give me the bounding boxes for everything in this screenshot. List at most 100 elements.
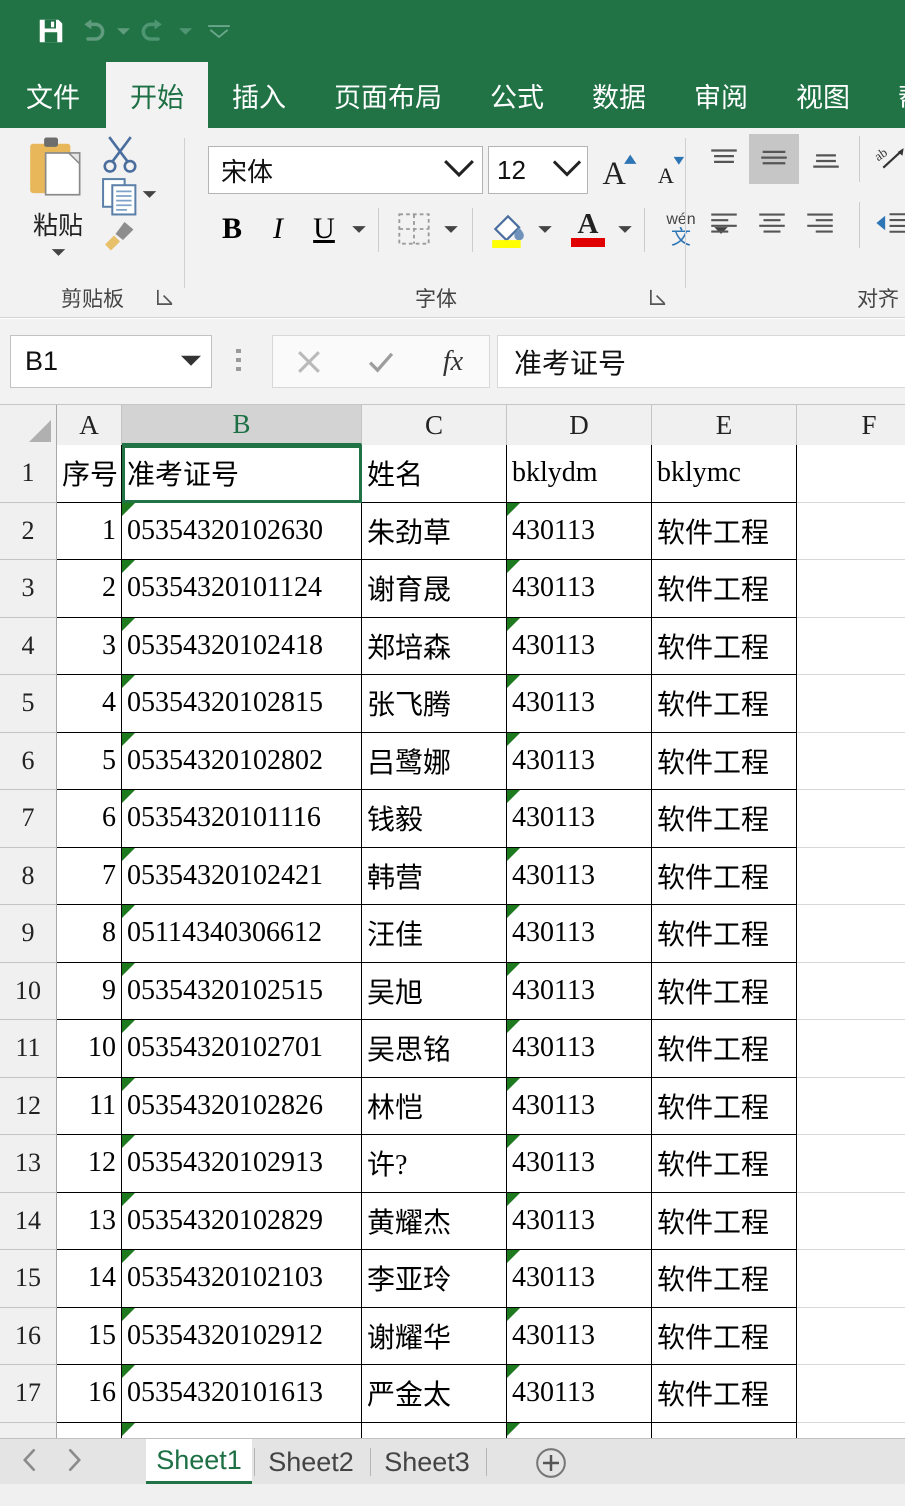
ribbon-tab-home[interactable]: 开始 [106, 62, 208, 128]
cell-C3[interactable]: 谢育晟 [362, 560, 507, 618]
cell-A15[interactable]: 14 [57, 1250, 122, 1308]
cell-B17[interactable]: 05354320101613 [122, 1365, 362, 1423]
cell-B8[interactable]: 05354320102421 [122, 847, 362, 905]
underline-button[interactable]: U [304, 206, 344, 252]
cell-C13[interactable]: 许? [362, 1135, 507, 1193]
ribbon-tab-view[interactable]: 视图 [772, 62, 874, 128]
cell-B13[interactable]: 05354320102913 [122, 1135, 362, 1193]
cell-A16[interactable]: 15 [57, 1307, 122, 1365]
next-sheet-icon[interactable] [66, 1448, 82, 1477]
sheet-tab-sheet2[interactable]: Sheet2 [258, 1439, 364, 1485]
row-header-5[interactable]: 5 [0, 675, 57, 733]
cell-D16[interactable]: 430113 [507, 1307, 652, 1365]
row-header-18[interactable]: 18 [0, 1422, 57, 1438]
cell-D9[interactable]: 430113 [507, 905, 652, 963]
cell-C11[interactable]: 吴思铭 [362, 1020, 507, 1078]
ribbon-tab-insert[interactable]: 插入 [208, 62, 310, 128]
font-color-dropdown-icon[interactable] [612, 206, 638, 252]
cell-C7[interactable]: 钱毅 [362, 790, 507, 848]
align-left-icon[interactable] [701, 202, 747, 244]
cell-A1[interactable]: 序号 [57, 445, 122, 503]
cell-A11[interactable]: 10 [57, 1020, 122, 1078]
cell-F1[interactable] [797, 445, 905, 503]
cell-B10[interactable]: 05354320102515 [122, 962, 362, 1020]
cell-B14[interactable]: 05354320102829 [122, 1192, 362, 1250]
font-size-input[interactable]: 12 [488, 146, 588, 194]
cell-F16[interactable] [797, 1307, 905, 1365]
cell-A10[interactable]: 9 [57, 962, 122, 1020]
cell-F5[interactable] [797, 675, 905, 733]
row-header-8[interactable]: 8 [0, 847, 57, 905]
row-header-1[interactable]: 1 [0, 445, 57, 503]
cell-F18[interactable] [797, 1422, 905, 1438]
row-header-17[interactable]: 17 [0, 1365, 57, 1423]
cell-D13[interactable]: 430113 [507, 1135, 652, 1193]
formula-bar-grip[interactable] [236, 349, 241, 375]
column-header-b[interactable]: B [122, 405, 362, 445]
ribbon-tab-formulas[interactable]: 公式 [466, 62, 568, 128]
cell-E1[interactable]: bklymc [652, 445, 797, 503]
cell-C1[interactable]: 姓名 [362, 445, 507, 503]
confirm-entry-icon[interactable] [345, 336, 417, 387]
cell-C8[interactable]: 韩营 [362, 847, 507, 905]
font-size-chevron-down-icon[interactable] [551, 158, 583, 183]
cell-E18[interactable]: 软件工程 [652, 1422, 797, 1438]
cancel-entry-icon[interactable] [273, 336, 345, 387]
align-center-icon[interactable] [749, 202, 795, 244]
font-name-input[interactable]: 宋体 [208, 146, 483, 194]
cell-F14[interactable] [797, 1192, 905, 1250]
cell-B15[interactable]: 05354320102103 [122, 1250, 362, 1308]
cell-C17[interactable]: 严金太 [362, 1365, 507, 1423]
cell-D5[interactable]: 430113 [507, 675, 652, 733]
cell-C6[interactable]: 吕鹭娜 [362, 732, 507, 790]
cell-A4[interactable]: 3 [57, 617, 122, 675]
cut-icon[interactable] [100, 134, 140, 179]
cell-B6[interactable]: 05354320102802 [122, 732, 362, 790]
cell-E10[interactable]: 软件工程 [652, 962, 797, 1020]
redo-icon[interactable] [134, 8, 174, 54]
cell-F8[interactable] [797, 847, 905, 905]
cell-F15[interactable] [797, 1250, 905, 1308]
cell-B1[interactable]: 准考证号 [122, 445, 362, 503]
cell-B9[interactable]: 05114340306612 [122, 905, 362, 963]
cell-B4[interactable]: 05354320102418 [122, 617, 362, 675]
cell-E12[interactable]: 软件工程 [652, 1077, 797, 1135]
ribbon-tab-file[interactable]: 文件 [0, 62, 106, 128]
cell-B16[interactable]: 05354320102912 [122, 1307, 362, 1365]
row-header-12[interactable]: 12 [0, 1077, 57, 1135]
cell-A9[interactable]: 8 [57, 905, 122, 963]
cell-A3[interactable]: 2 [57, 560, 122, 618]
cell-B5[interactable]: 05354320102815 [122, 675, 362, 733]
fill-color-icon[interactable] [484, 206, 532, 252]
cell-A17[interactable]: 16 [57, 1365, 122, 1423]
cell-D14[interactable]: 430113 [507, 1192, 652, 1250]
paste-dropdown-icon[interactable] [51, 244, 66, 262]
ribbon-tab-review[interactable]: 审阅 [670, 62, 772, 128]
cell-D6[interactable]: 430113 [507, 732, 652, 790]
text-orientation-icon[interactable]: ab [869, 136, 905, 182]
cell-D4[interactable]: 430113 [507, 617, 652, 675]
row-header-16[interactable]: 16 [0, 1307, 57, 1365]
cell-F2[interactable] [797, 502, 905, 560]
cell-E17[interactable]: 软件工程 [652, 1365, 797, 1423]
format-painter-icon[interactable] [100, 216, 140, 257]
decrease-indent-icon[interactable] [867, 202, 905, 244]
cell-C2[interactable]: 朱劲草 [362, 502, 507, 560]
row-header-9[interactable]: 9 [0, 905, 57, 963]
bold-button[interactable]: B [212, 206, 252, 252]
cell-E13[interactable]: 软件工程 [652, 1135, 797, 1193]
cell-E14[interactable]: 软件工程 [652, 1192, 797, 1250]
clipboard-dialog-launcher[interactable] [155, 287, 175, 307]
borders-icon[interactable] [391, 206, 437, 252]
cell-B18[interactable]: 05354320101824 [122, 1422, 362, 1438]
cell-F10[interactable] [797, 962, 905, 1020]
align-right-icon[interactable] [797, 202, 843, 244]
cell-F13[interactable] [797, 1135, 905, 1193]
cell-A18[interactable]: 17 [57, 1422, 122, 1438]
column-header-f[interactable]: F [797, 405, 905, 445]
cell-E16[interactable]: 软件工程 [652, 1307, 797, 1365]
row-header-15[interactable]: 15 [0, 1250, 57, 1308]
cell-F11[interactable] [797, 1020, 905, 1078]
cell-C16[interactable]: 谢耀华 [362, 1307, 507, 1365]
cell-A14[interactable]: 13 [57, 1192, 122, 1250]
